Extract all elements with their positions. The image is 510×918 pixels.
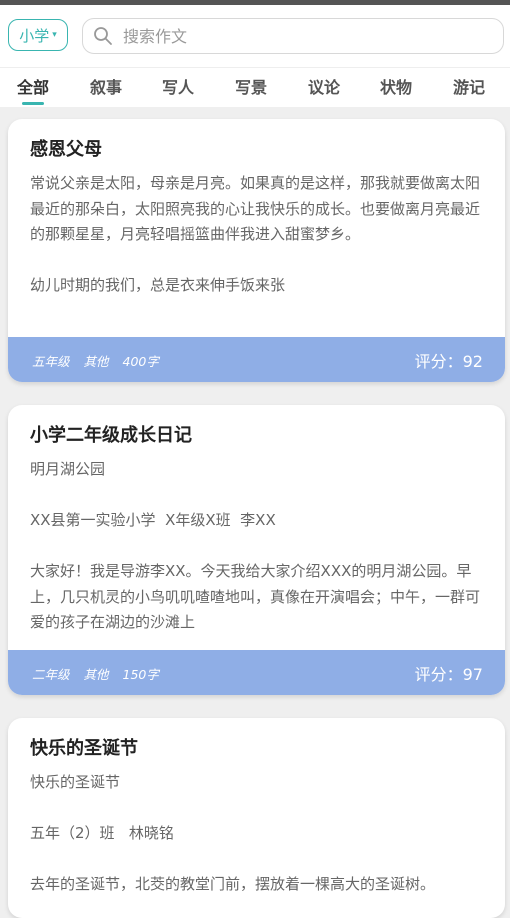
tab-people[interactable]: 写人 bbox=[148, 74, 208, 98]
search-icon bbox=[94, 27, 112, 45]
article-category: 其他 bbox=[83, 354, 109, 369]
grade-selector-label: 小学 bbox=[19, 26, 50, 45]
article-excerpt: 常说父亲是太阳，母亲是月亮。如果真的是这样，那我就要做离太阳最近的那朵白，太阳照… bbox=[30, 174, 481, 294]
article-meta: 五年级 其他 400字 bbox=[32, 351, 169, 370]
article-grade: 二年级 bbox=[32, 667, 70, 682]
article-meta: 二年级 其他 150字 bbox=[32, 664, 169, 683]
article-card[interactable]: 快乐的圣诞节 快乐的圣诞节 五年（2）班 林晓铭 去年的圣诞节，北茭的教堂门前，… bbox=[8, 718, 505, 918]
category-tabs: 全部 叙事 写人 写景 议论 状物 游记 bbox=[0, 67, 510, 107]
article-score: 评分：97 bbox=[414, 665, 483, 684]
article-card[interactable]: 感恩父母 常说父亲是太阳，母亲是月亮。如果真的是这样，那我就要做离太阳最近的那朵… bbox=[8, 119, 505, 382]
article-title: 感恩父母 bbox=[30, 139, 102, 160]
tab-narrative[interactable]: 叙事 bbox=[76, 74, 136, 98]
article-excerpt: 快乐的圣诞节 五年（2）班 林晓铭 去年的圣诞节，北茭的教堂门前，摆放着一棵高大… bbox=[30, 773, 436, 893]
header: 小学 ▾ bbox=[0, 5, 510, 67]
article-word-count: 400字 bbox=[122, 354, 159, 369]
tab-objects[interactable]: 状物 bbox=[366, 74, 426, 98]
tab-scenery[interactable]: 写景 bbox=[221, 74, 281, 98]
article-card[interactable]: 小学二年级成长日记 明月湖公园 XX县第一实验小学 X年级X班 李XX 大家好！… bbox=[8, 405, 505, 695]
article-word-count: 150字 bbox=[122, 667, 159, 682]
article-excerpt: 明月湖公园 XX县第一实验小学 X年级X班 李XX 大家好！我是导游李XX。今天… bbox=[30, 460, 481, 631]
article-title: 快乐的圣诞节 bbox=[30, 738, 138, 759]
tab-travel[interactable]: 游记 bbox=[439, 74, 499, 98]
article-footer: 五年级 其他 400字 评分：92 bbox=[8, 337, 505, 382]
article-category: 其他 bbox=[83, 667, 109, 682]
tab-all[interactable]: 全部 bbox=[3, 74, 63, 98]
search-box[interactable] bbox=[82, 18, 504, 54]
article-score: 评分：92 bbox=[414, 352, 483, 371]
article-title: 小学二年级成长日记 bbox=[30, 425, 192, 446]
chevron-down-icon: ▾ bbox=[52, 30, 57, 40]
tab-argument[interactable]: 议论 bbox=[294, 74, 354, 98]
article-grade: 五年级 bbox=[32, 354, 70, 369]
search-input[interactable] bbox=[121, 25, 485, 47]
active-tab-indicator bbox=[22, 102, 44, 105]
grade-selector-button[interactable]: 小学 ▾ bbox=[8, 19, 68, 51]
article-footer: 二年级 其他 150字 评分：97 bbox=[8, 650, 505, 695]
